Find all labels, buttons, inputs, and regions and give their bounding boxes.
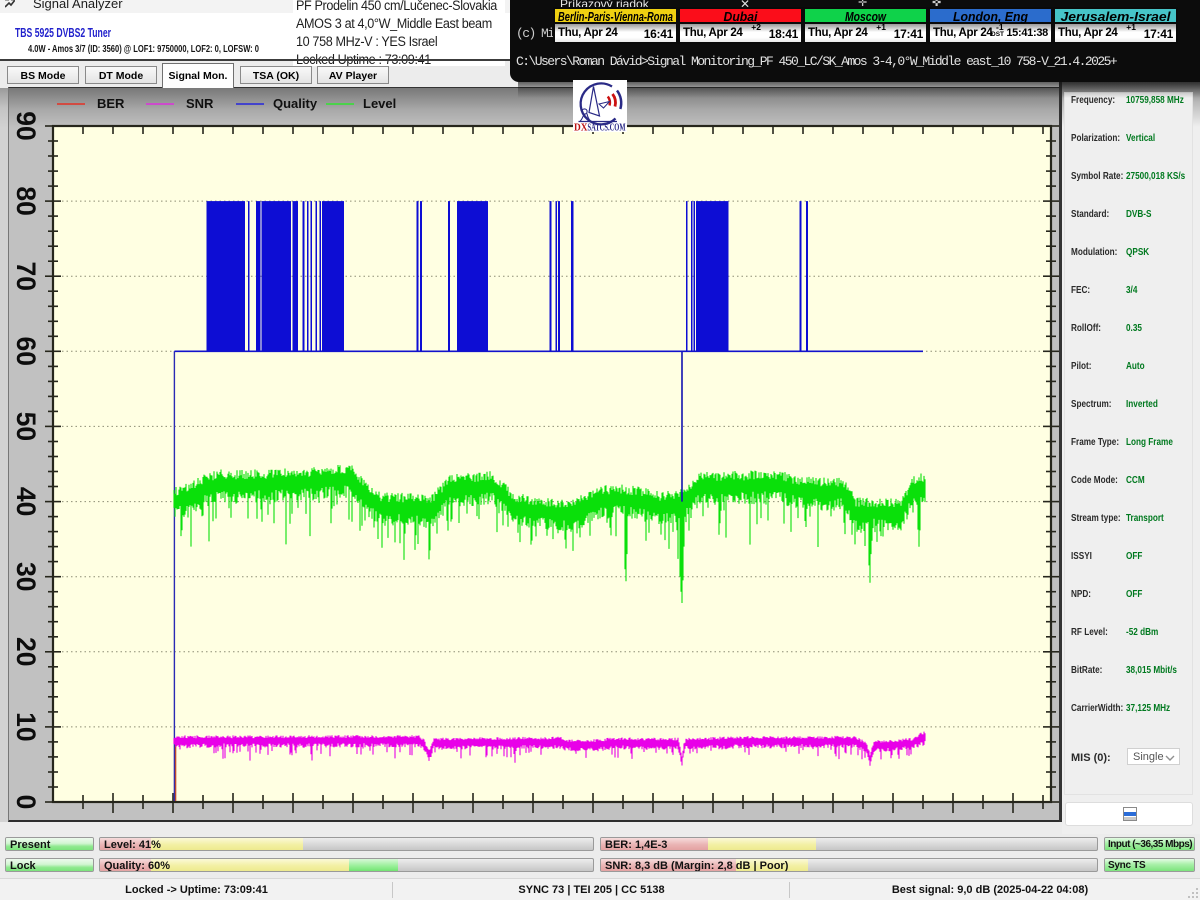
svg-text:0: 0 xyxy=(11,795,41,810)
svg-text:Jerusalem-Israel: Jerusalem-Israel xyxy=(1061,10,1172,24)
svg-text:10: 10 xyxy=(11,712,41,741)
svg-text:80: 80 xyxy=(11,186,41,215)
svg-text:DX: DX xyxy=(574,123,588,133)
svg-text:London, Eng: London, Eng xyxy=(953,10,1028,24)
svg-text:Berlin-Paris-Vienna-Roma: Berlin-Paris-Vienna-Roma xyxy=(558,10,673,24)
svg-text:50: 50 xyxy=(11,412,41,441)
svg-text:60: 60 xyxy=(11,337,41,366)
svg-text:70: 70 xyxy=(11,261,41,290)
svg-text:SATCS.COM: SATCS.COM xyxy=(588,123,626,133)
svg-text:90: 90 xyxy=(11,111,41,140)
svg-text:40: 40 xyxy=(11,487,41,516)
svg-text:20: 20 xyxy=(11,637,41,666)
svg-text:30: 30 xyxy=(11,562,41,591)
